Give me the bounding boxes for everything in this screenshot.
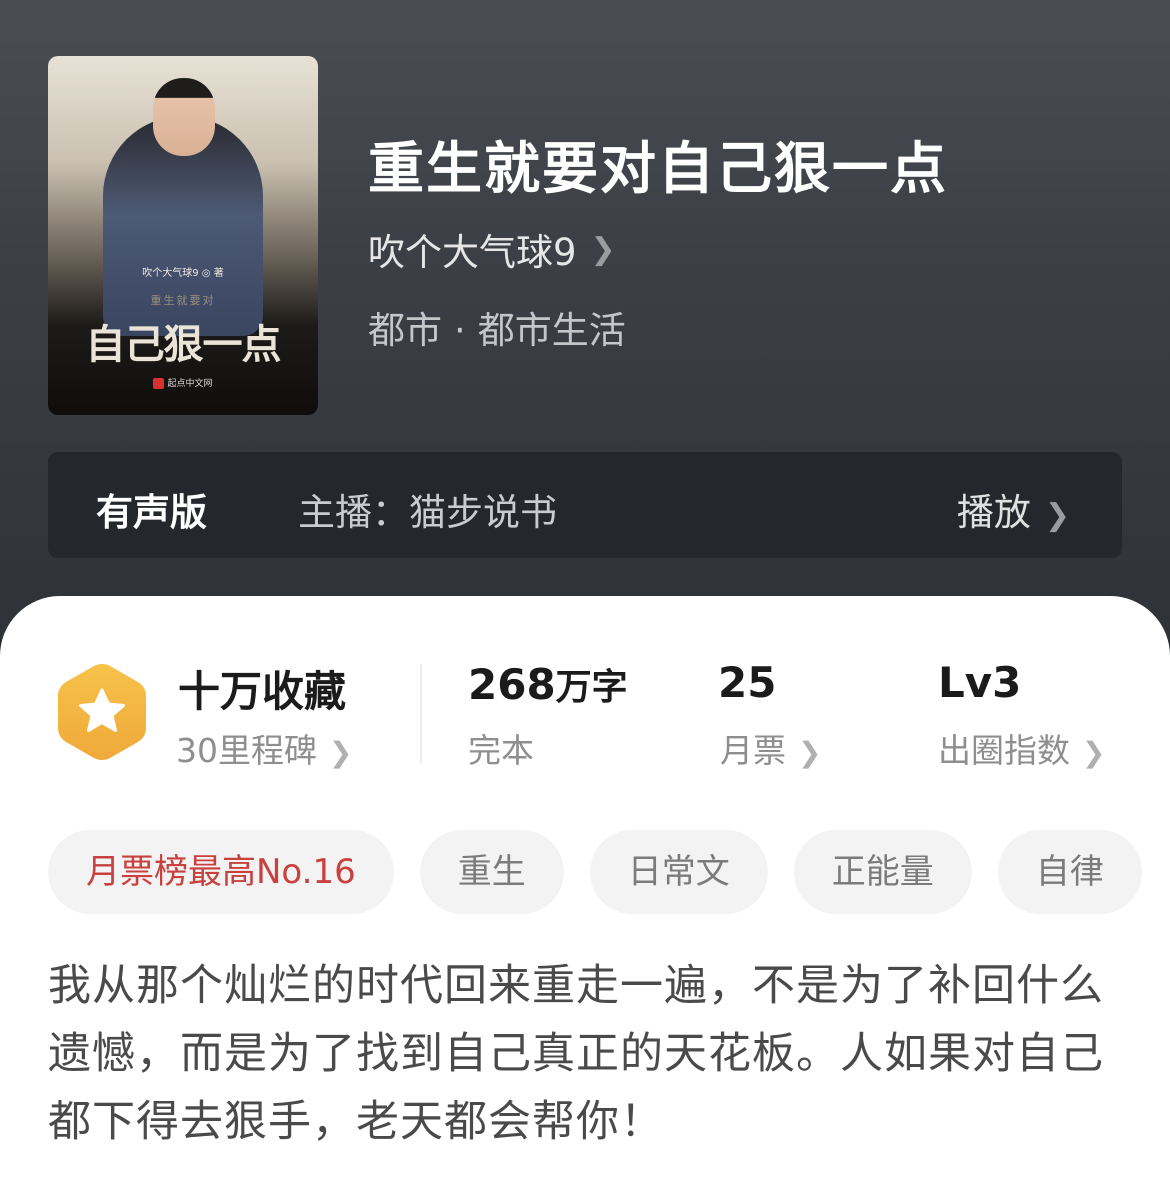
cover-title-text: 自己狠一点	[85, 321, 282, 368]
tag-item[interactable]: 自律	[997, 830, 1142, 914]
monthly-ticket-link[interactable]: 月票 ❯	[720, 724, 821, 772]
author-name: 吹个大气球9	[368, 231, 577, 274]
cover-figure-head	[153, 78, 215, 156]
play-button[interactable]: 播放 ❯	[957, 482, 1070, 536]
star-hexagon-icon[interactable]	[54, 660, 150, 764]
word-count-value: 268	[468, 660, 556, 709]
play-label: 播放	[956, 491, 1031, 534]
cover-publisher: 起点中文网	[48, 376, 318, 389]
chevron-right-icon: ❯	[1044, 498, 1070, 533]
genre-line: 都市 · 都市生活	[368, 300, 626, 354]
tag-item[interactable]: 正能量	[793, 830, 972, 914]
collect-milestone-text: 30里程碑	[176, 731, 317, 770]
word-count-unit: 万字	[555, 667, 628, 708]
cover-author-text: 吹个大气球9 ◎ 著	[142, 268, 224, 279]
book-description[interactable]: 我从那个灿烂的时代回来重走一遍，不是为了补回什么遗憾，而是为了找到自己真正的天花…	[48, 952, 1118, 1156]
chevron-right-icon: ❯	[329, 736, 353, 769]
author-link[interactable]: 吹个大气球9 ❯	[368, 222, 616, 276]
collect-title: 十万收藏	[178, 667, 347, 716]
tag-item[interactable]: 重生	[419, 830, 564, 914]
publisher-logo-icon	[153, 378, 165, 389]
subcategory-label[interactable]: 都市生活	[478, 309, 626, 352]
category-label[interactable]: 都市	[368, 309, 442, 352]
separator-dot: ·	[454, 309, 466, 352]
tag-rank[interactable]: 月票榜最高No.16	[48, 830, 394, 914]
tag-item[interactable]: 日常文	[589, 830, 768, 914]
completion-status: 完本	[468, 731, 534, 770]
popularity-index-link[interactable]: 出圈指数 ❯	[938, 724, 1105, 772]
stats-divider	[420, 664, 422, 764]
monthly-ticket-label: 月票	[720, 731, 786, 770]
popularity-level-value: Lv3	[938, 658, 1022, 707]
tag-list: 月票榜最高No.16 重生 日常文 正能量 自律	[48, 830, 1168, 914]
audio-host: 主播：猫步说书	[298, 491, 557, 534]
chevron-right-icon: ❯	[798, 736, 822, 769]
book-cover[interactable]: 吹个大气球9 ◎ 著 重生就要对 自己狠一点 起点中文网	[48, 56, 318, 415]
audio-edition-label: 有声版	[96, 491, 207, 534]
cover-subtitle-text: 重生就要对	[150, 294, 216, 307]
popularity-index-label: 出圈指数	[938, 731, 1070, 770]
cover-publisher-text: 起点中文网	[167, 379, 213, 389]
book-title: 重生就要对自己狠一点	[368, 137, 948, 202]
word-count: 268万字	[468, 658, 628, 710]
monthly-ticket-value: 25	[718, 658, 777, 707]
collect-milestone-link[interactable]: 30里程碑 ❯	[176, 724, 352, 772]
chevron-right-icon: ❯	[1082, 736, 1106, 769]
audio-edition-bar[interactable]: 有声版 主播：猫步说书 播放 ❯	[48, 452, 1122, 558]
chevron-right-icon: ❯	[590, 231, 616, 267]
